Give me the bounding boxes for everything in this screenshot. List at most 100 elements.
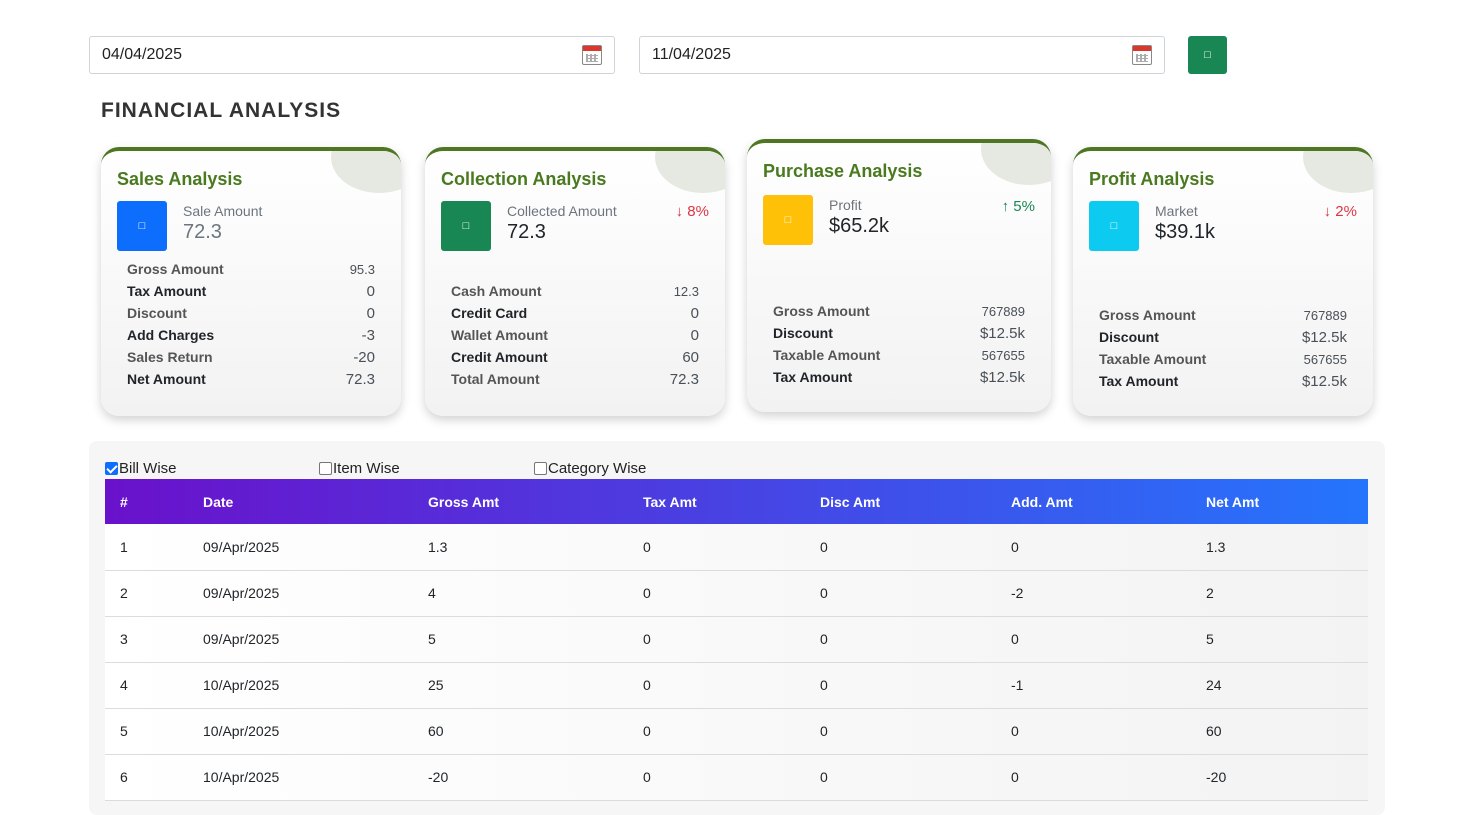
breakdown-value: 95.3: [349, 262, 375, 277]
breakdown-label: Wallet Amount: [451, 327, 548, 343]
table-cell: 5: [1206, 631, 1214, 647]
from-date-input[interactable]: 04/04/2025: [89, 36, 615, 74]
table-cell: -1: [1011, 677, 1024, 693]
table-cell: -2: [1011, 585, 1024, 601]
breakdown-value: 0: [366, 305, 375, 322]
table-cell: 1.3: [428, 538, 448, 555]
table-header-row: # Date Gross Amt Tax Amt Disc Amt Add. Amt Net…: [105, 479, 1368, 524]
table-cell: 60: [428, 723, 444, 739]
table-cell: 0: [643, 769, 651, 785]
trend-down-indicator: ↓ 8%: [675, 203, 709, 220]
column-header[interactable]: Date: [188, 479, 413, 524]
breakdown-row: Credit Card 0: [451, 305, 699, 327]
breakdown-value: 767889: [1303, 308, 1347, 323]
item-wise-checkbox[interactable]: [319, 462, 332, 475]
card-decoration: [1303, 151, 1373, 193]
table-row[interactable]: 6 10/Apr/2025 -20 0 0 0 -20: [105, 754, 1368, 800]
breakdown-row: Net Amount 72.3: [127, 371, 375, 393]
breakdown-label: Tax Amount: [1099, 373, 1179, 389]
breakdown-row: Taxable Amount 567655: [773, 347, 1025, 369]
sales-analysis-card: Sales Analysis □ Sale Amount 72.3 Gross …: [101, 147, 401, 416]
breakdown-value: $12.5k: [979, 369, 1025, 386]
table-cell: -20: [1206, 769, 1227, 785]
table-cell: -20: [428, 769, 449, 785]
category-wise-option[interactable]: Category Wise: [534, 460, 646, 477]
table-cell: 0: [820, 585, 828, 601]
collection-analysis-card: Collection Analysis □ Collected Amount 7…: [425, 147, 725, 416]
table-row[interactable]: 1 09/Apr/2025 1.3 0 0 0 1.3: [105, 524, 1368, 570]
table-cell: 0: [1011, 538, 1019, 555]
breakdown-label: Discount: [1099, 329, 1159, 345]
breakdown-row: Credit Amount 60: [451, 349, 699, 371]
breakdown-value: -20: [353, 349, 375, 366]
breakdown-value: 0: [690, 327, 699, 344]
breakdown-label: Tax Amount: [127, 283, 207, 299]
breakdown-row: Tax Amount $12.5k: [773, 369, 1025, 391]
bill-wise-label: Bill Wise: [119, 460, 177, 477]
table-cell: 1.3: [1206, 538, 1226, 555]
category-wise-checkbox[interactable]: [534, 462, 547, 475]
table-cell: 3: [120, 631, 128, 647]
metric-label: Sale Amount: [183, 203, 263, 219]
breakdown-label: Gross Amount: [127, 261, 224, 277]
breakdown-row: Total Amount 72.3: [451, 371, 699, 393]
metric-label: Market: [1155, 203, 1198, 219]
breakdown-value: $12.5k: [979, 325, 1025, 342]
table-cell: 0: [820, 538, 828, 555]
card-title: Purchase Analysis: [763, 161, 923, 181]
collection-icon: □: [441, 201, 491, 251]
breakdown-row: Discount 0: [127, 305, 375, 327]
table-cell: 0: [1011, 769, 1019, 785]
calendar-icon[interactable]: [1132, 45, 1152, 65]
breakdown-label: Total Amount: [451, 371, 540, 387]
breakdown-row: Tax Amount 0: [127, 283, 375, 305]
breakdown-row: Discount $12.5k: [1099, 329, 1347, 351]
column-header[interactable]: Net Amt: [1191, 479, 1368, 524]
table-cell: 09/Apr/2025: [203, 538, 280, 555]
breakdown-label: Taxable Amount: [1099, 351, 1207, 367]
metric-value: 72.3: [183, 221, 222, 243]
table-cell: 0: [820, 677, 828, 693]
table-row[interactable]: 4 10/Apr/2025 25 0 0 -1 24: [105, 662, 1368, 708]
breakdown-value: $12.5k: [1301, 373, 1347, 390]
apply-filter-button[interactable]: □: [1188, 36, 1227, 74]
collection-breakdown: Cash Amount 12.3 Credit Card 0 Wallet Amount…: [451, 283, 699, 393]
breakdown-row: Gross Amount 767889: [1099, 307, 1347, 329]
column-header[interactable]: Tax Amt: [628, 479, 805, 524]
column-header[interactable]: Gross Amt: [413, 479, 628, 524]
purchase-breakdown: Gross Amount 767889 Discount $12.5k Taxable …: [773, 303, 1025, 391]
table-cell: 4: [428, 585, 436, 601]
column-header[interactable]: Add. Amt: [996, 479, 1191, 524]
to-date-input[interactable]: 11/04/2025: [639, 36, 1165, 74]
profit-breakdown: Gross Amount 767889 Discount $12.5k Taxable …: [1099, 307, 1347, 395]
breakdown-label: Tax Amount: [773, 369, 853, 385]
card-title: Profit Analysis: [1089, 169, 1215, 189]
to-date-value: 11/04/2025: [652, 46, 731, 63]
table-row[interactable]: 5 10/Apr/2025 60 0 0 0 60: [105, 708, 1368, 754]
column-header[interactable]: Disc Amt: [805, 479, 996, 524]
category-wise-label: Category Wise: [548, 460, 647, 477]
table-row[interactable]: 3 09/Apr/2025 5 0 0 0 5: [105, 616, 1368, 662]
metric-label: Profit: [829, 197, 862, 213]
calendar-icon[interactable]: [582, 45, 602, 65]
bill-wise-option[interactable]: Bill Wise: [105, 460, 177, 477]
breakdown-value: 60: [682, 349, 699, 366]
page-title: FINANCIAL ANALYSIS: [101, 99, 342, 122]
table-cell: 0: [643, 585, 651, 601]
breakdown-label: Credit Amount: [451, 349, 548, 365]
breakdown-row: Gross Amount 95.3: [127, 261, 375, 283]
table-cell: 5: [120, 723, 128, 739]
table-cell: 0: [643, 723, 651, 739]
breakdown-label: Cash Amount: [451, 283, 542, 299]
breakdown-label: Credit Card: [451, 305, 528, 321]
bill-wise-checkbox[interactable]: [105, 462, 118, 475]
breakdown-label: Taxable Amount: [773, 347, 881, 363]
bill-wise-table: # Date Gross Amt Tax Amt Disc Amt Add. Amt Net…: [105, 479, 1368, 801]
column-header[interactable]: #: [105, 479, 188, 524]
table-cell: 09/Apr/2025: [203, 631, 280, 647]
table-row[interactable]: 2 09/Apr/2025 4 0 0 -2 2: [105, 570, 1368, 616]
item-wise-option[interactable]: Item Wise: [319, 460, 400, 477]
table-cell: 0: [820, 769, 828, 785]
breakdown-value: 72.3: [345, 371, 375, 388]
table-cell: 2: [120, 585, 128, 601]
